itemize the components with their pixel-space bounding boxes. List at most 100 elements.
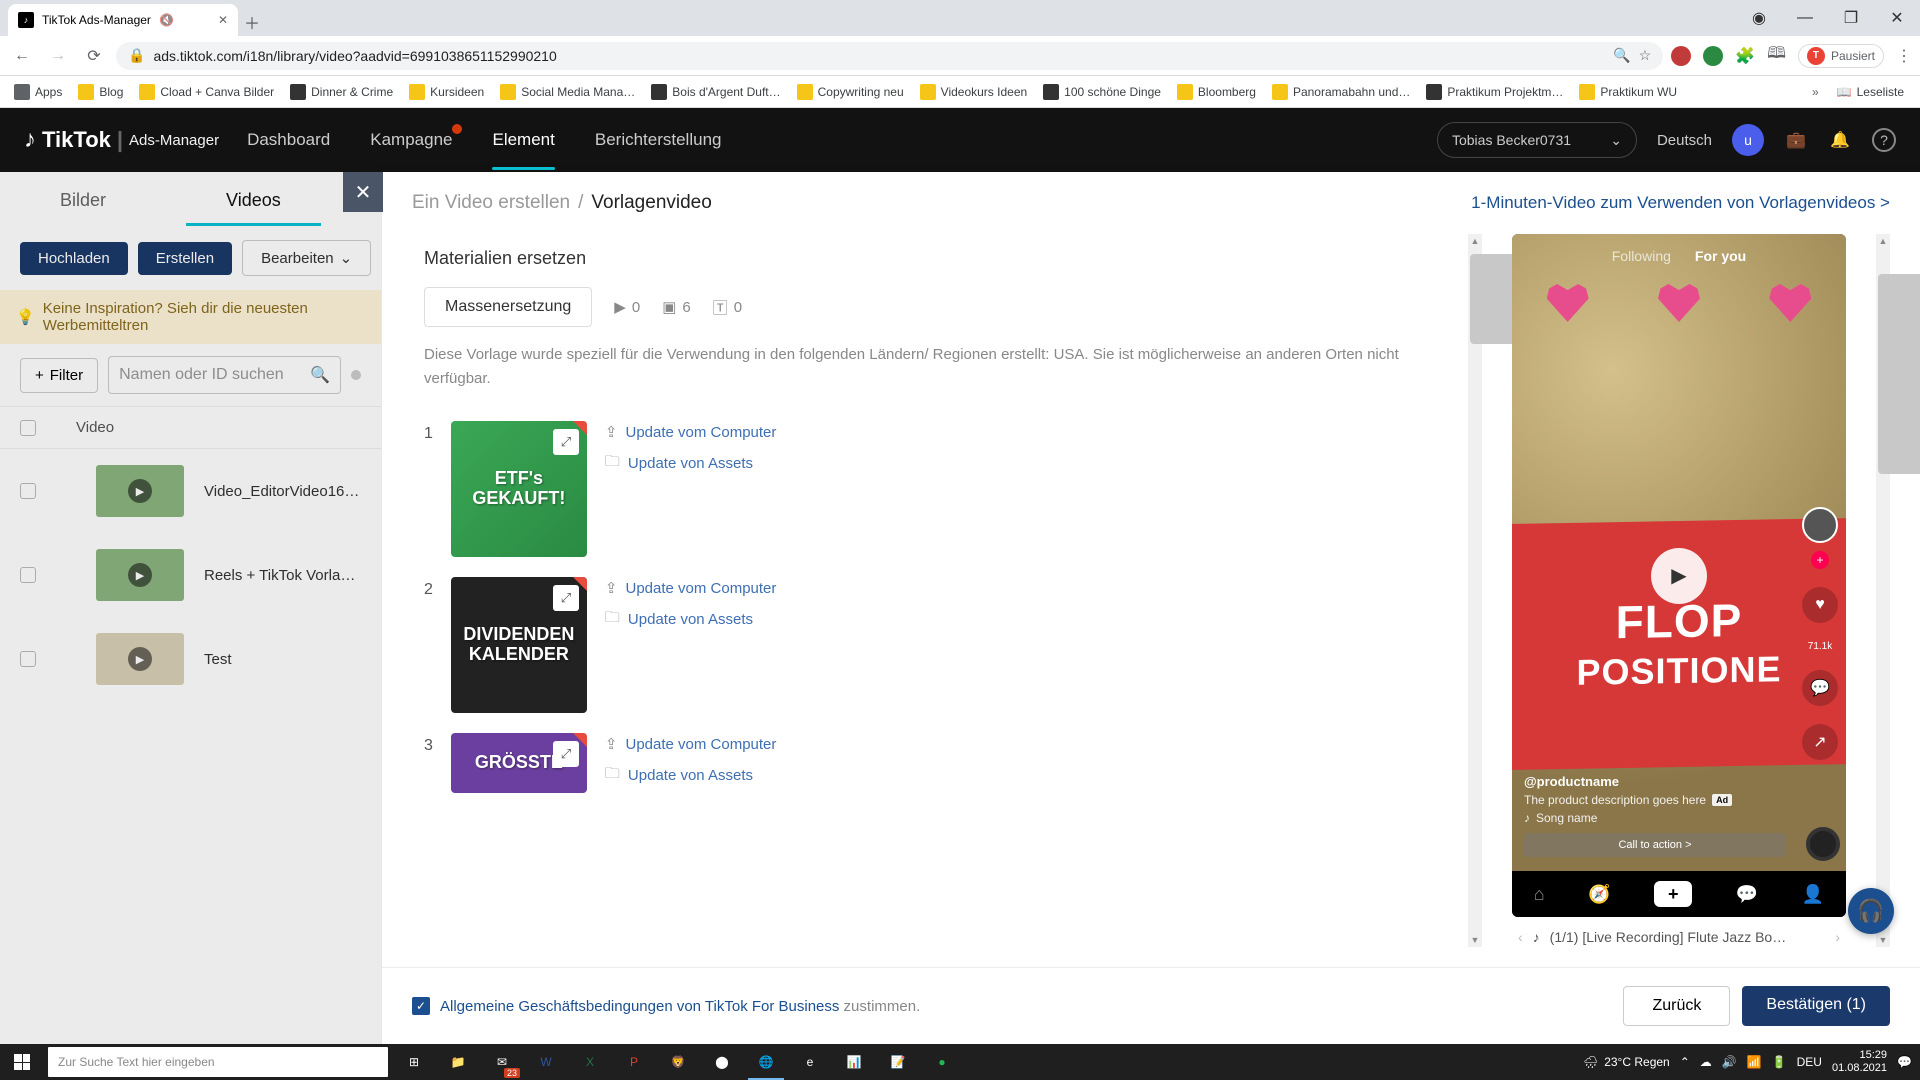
tos-checkbox-row[interactable]: ✓ Allgemeine Geschäftsbedingungen von Ti…: [412, 997, 920, 1015]
table-row[interactable]: ▶ Reels + TikTok Vorlage (12).mp4: [0, 533, 381, 617]
mute-icon[interactable]: 🔇: [159, 13, 174, 27]
edge-icon[interactable]: e: [788, 1044, 832, 1080]
tos-link[interactable]: Allgemeine Geschäftsbedingungen von TikT…: [440, 998, 839, 1015]
expand-icon[interactable]: ⤢: [553, 429, 579, 455]
follow-plus-icon[interactable]: +: [1811, 551, 1829, 569]
like-icon[interactable]: ♥: [1802, 587, 1838, 623]
url-bar[interactable]: 🔒 ads.tiktok.com/i18n/library/video?aadv…: [116, 42, 1663, 70]
onedrive-icon[interactable]: ☁: [1700, 1055, 1712, 1069]
bookmark-item[interactable]: Kursideen: [403, 80, 490, 104]
chrome-icon[interactable]: 🌐: [744, 1044, 788, 1080]
tos-checkbox[interactable]: ✓: [412, 997, 430, 1015]
taskbar-search[interactable]: Zur Suche Text hier eingeben: [48, 1047, 388, 1077]
window-maximize-icon[interactable]: ❐: [1828, 0, 1874, 36]
update-from-computer-link[interactable]: ⇪Update vom Computer: [605, 735, 776, 753]
notifications-tray-icon[interactable]: 💬: [1897, 1055, 1912, 1069]
window-minimize-icon[interactable]: —: [1782, 0, 1828, 36]
account-selector[interactable]: Tobias Becker0731 ⌄: [1437, 122, 1637, 158]
nav-reload-icon[interactable]: ⟳: [80, 42, 108, 70]
bookmark-star-icon[interactable]: ☆: [1639, 47, 1652, 64]
language-selector[interactable]: Deutsch: [1657, 132, 1712, 149]
obs-icon[interactable]: ⬤: [700, 1044, 744, 1080]
bookmark-item[interactable]: Dinner & Crime: [284, 80, 399, 104]
bookmark-item[interactable]: Cload + Canva Bilder: [133, 80, 280, 104]
wifi-icon[interactable]: 📶: [1747, 1055, 1762, 1069]
bookmark-item[interactable]: Bloomberg: [1171, 80, 1262, 104]
task-view-icon[interactable]: ⊞: [392, 1044, 436, 1080]
share-icon[interactable]: ↗: [1802, 724, 1838, 760]
tab-following[interactable]: Following: [1612, 248, 1671, 264]
zoom-icon[interactable]: 🔍: [1613, 47, 1630, 64]
create-button[interactable]: Erstellen: [138, 242, 232, 275]
reading-list-button[interactable]: 📖Leseliste: [1829, 85, 1912, 99]
weather-widget[interactable]: 🌧23°C Regen: [1583, 1055, 1670, 1069]
powerpoint-icon[interactable]: P: [612, 1044, 656, 1080]
scroll-down-icon[interactable]: ▼: [1876, 933, 1890, 947]
help-fab[interactable]: 🎧: [1848, 888, 1894, 934]
home-icon[interactable]: ⌂: [1534, 884, 1545, 905]
update-from-assets-link[interactable]: 🗀Update von Assets: [605, 451, 776, 476]
word-icon[interactable]: W: [524, 1044, 568, 1080]
bookmark-item[interactable]: Panoramabahn und…: [1266, 80, 1416, 104]
discover-icon[interactable]: 🧭: [1588, 884, 1610, 905]
materials-scrollbar[interactable]: ▲ ▼: [1468, 234, 1482, 947]
extension-icon[interactable]: [1703, 46, 1723, 66]
create-icon[interactable]: +: [1654, 881, 1692, 907]
profile-icon[interactable]: 👤: [1802, 884, 1824, 905]
notifications-icon[interactable]: 🔔: [1828, 128, 1852, 152]
tab-videos[interactable]: Videos: [186, 180, 321, 226]
apps-button[interactable]: Apps: [8, 80, 68, 104]
close-modal-button[interactable]: ✕: [343, 172, 383, 212]
material-thumbnail[interactable]: DIVIDENDENKALENDER ⤢: [451, 577, 587, 713]
scroll-up-icon[interactable]: ▲: [1468, 234, 1482, 248]
bookmark-item[interactable]: Blog: [72, 80, 129, 104]
play-button[interactable]: ▶: [1651, 548, 1707, 604]
business-center-icon[interactable]: 💼: [1784, 128, 1808, 152]
clock[interactable]: 15:2901.08.2021: [1832, 1049, 1887, 1075]
back-button[interactable]: Zurück: [1623, 986, 1730, 1026]
mail-icon[interactable]: ✉23: [480, 1044, 524, 1080]
tab-close-icon[interactable]: ✕: [218, 13, 228, 27]
tab-bilder[interactable]: Bilder: [20, 180, 146, 226]
account-indicator-icon[interactable]: ◉: [1736, 0, 1782, 36]
bookmark-item[interactable]: Praktikum Projektm…: [1420, 80, 1569, 104]
nav-kampagne[interactable]: Kampagne: [370, 130, 452, 150]
nav-element[interactable]: Element: [492, 130, 554, 150]
expand-icon[interactable]: ⤢: [553, 585, 579, 611]
brand-logo[interactable]: ♪ TikTok | Ads-Manager: [24, 126, 219, 154]
bookmark-overflow-icon[interactable]: »: [1806, 85, 1825, 99]
update-from-computer-link[interactable]: ⇪Update vom Computer: [605, 579, 776, 597]
excel-icon[interactable]: X: [568, 1044, 612, 1080]
tray-chevron-icon[interactable]: ⌃: [1680, 1055, 1690, 1069]
tab-foryou[interactable]: For you: [1695, 248, 1746, 264]
search-input[interactable]: Namen oder ID suchen 🔍: [108, 356, 341, 394]
browser-tab[interactable]: ♪ TikTok Ads-Manager 🔇 ✕: [8, 4, 238, 36]
spotify-icon[interactable]: ●: [920, 1044, 964, 1080]
new-tab-button[interactable]: ＋: [238, 8, 266, 36]
kebab-menu-icon[interactable]: ⋮: [1896, 46, 1912, 66]
bookmark-item[interactable]: Videokurs Ideen: [914, 80, 1034, 104]
window-close-icon[interactable]: ✕: [1874, 0, 1920, 36]
language-indicator[interactable]: DEU: [1797, 1055, 1822, 1069]
expand-icon[interactable]: ⤢: [553, 741, 579, 767]
help-icon[interactable]: ?: [1872, 128, 1896, 152]
scroll-down-icon[interactable]: ▼: [1468, 933, 1482, 947]
preview-scrollbar[interactable]: ▲ ▼: [1876, 234, 1890, 947]
row-checkbox[interactable]: [20, 483, 36, 499]
app-icon[interactable]: 🦁: [656, 1044, 700, 1080]
material-thumbnail[interactable]: GRÖSSTE ⤢: [451, 733, 587, 793]
edit-dropdown[interactable]: Bearbeiten⌄: [242, 240, 371, 276]
reading-list-icon[interactable]: 🕮: [1767, 42, 1786, 69]
nav-berichterstellung[interactable]: Berichterstellung: [595, 130, 722, 150]
comment-icon[interactable]: 💬: [1802, 670, 1838, 706]
bookmark-item[interactable]: Copywriting neu: [791, 80, 910, 104]
material-thumbnail[interactable]: ETF'sGEKAUFT! ⤢: [451, 421, 587, 557]
confirm-button[interactable]: Bestätigen (1): [1742, 986, 1890, 1026]
avatar[interactable]: u: [1732, 124, 1764, 156]
volume-icon[interactable]: 🔊: [1722, 1055, 1737, 1069]
bulk-replace-button[interactable]: Massenersetzung: [424, 287, 592, 327]
scrollbar-thumb[interactable]: [1878, 274, 1920, 474]
bookmark-item[interactable]: Social Media Mana…: [494, 80, 641, 104]
bookmark-item[interactable]: 100 schöne Dinge: [1037, 80, 1167, 104]
battery-icon[interactable]: 🔋: [1772, 1055, 1787, 1069]
